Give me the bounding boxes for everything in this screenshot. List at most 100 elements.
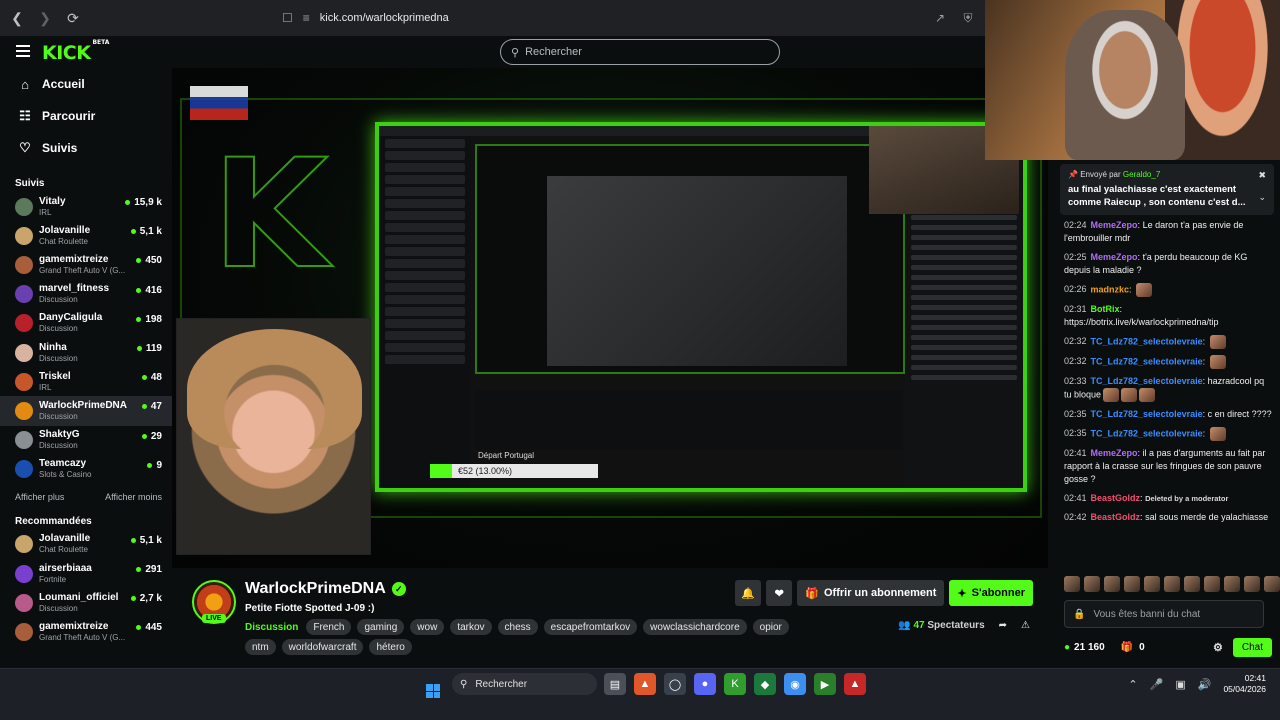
unpin-icon[interactable]: ✖ <box>1258 170 1266 181</box>
gear-icon[interactable]: ⚙ <box>1213 641 1223 654</box>
sidebar-channel-danycaligula[interactable]: DanyCaligula Discussion 198 <box>0 309 172 338</box>
emote[interactable] <box>1124 576 1140 592</box>
message-username[interactable]: BotRix <box>1091 304 1120 314</box>
gift-subscription-button[interactable]: 🎁 Offrir un abonnement <box>797 580 945 606</box>
sidebar-channel-airserbiaaa[interactable]: airserbiaaa Fortnite 291 <box>0 559 172 588</box>
search-input[interactable]: ⚲ Rechercher <box>500 39 780 65</box>
emote[interactable] <box>1164 576 1180 592</box>
sidebar-channel-jolavanille[interactable]: Jolavanille Chat Roulette 5,1 k <box>0 221 172 250</box>
channel-name-text[interactable]: WarlockPrimeDNA <box>245 580 386 598</box>
kick-app-icon[interactable]: K <box>724 673 746 695</box>
emote[interactable] <box>1264 576 1280 592</box>
back-icon[interactable]: ❮ <box>8 9 26 27</box>
points-display[interactable]: ● 21 160 <box>1064 642 1105 653</box>
emote[interactable] <box>1064 576 1080 592</box>
chat-input[interactable]: 🔒 Vous êtes banni du chat <box>1064 600 1264 628</box>
obs-icon[interactable]: ◯ <box>664 673 686 695</box>
message-username[interactable]: madnzkc <box>1091 284 1130 294</box>
emote[interactable] <box>1084 576 1100 592</box>
chat-message[interactable]: 02:26 madnzkc: <box>1064 283 1272 297</box>
shield-icon[interactable]: ⛨ <box>959 11 977 26</box>
emote[interactable] <box>1204 576 1220 592</box>
notification-button[interactable]: 🔔 <box>735 580 762 606</box>
bookmark-icon[interactable]: ☐ <box>282 11 293 25</box>
kick-logo[interactable]: KICK BETA <box>42 39 109 64</box>
message-username[interactable]: MemeZepo <box>1091 252 1138 262</box>
sidebar-channel-teamcazy[interactable]: Teamcazy Slots & Casino 9 <box>0 455 172 484</box>
chat-send-button[interactable]: Chat <box>1232 637 1272 657</box>
message-username[interactable]: MemeZepo <box>1091 448 1138 458</box>
sidebar-channel-gamemixtreize[interactable]: gamemixtreize Grand Theft Auto V (G... 445 <box>0 617 172 646</box>
reload-icon[interactable]: ⟳ <box>64 9 82 27</box>
file-explorer-icon[interactable]: ▤ <box>604 673 626 695</box>
windows-start-icon[interactable] <box>426 684 440 698</box>
sidebar-channel-vitaly[interactable]: Vitaly IRL 15,9 k <box>0 192 172 221</box>
sidebar-channel-jolavanille[interactable]: Jolavanille Chat Roulette 5,1 k <box>0 530 172 559</box>
chat-message[interactable]: 02:35 TC_Ldz782_selectolevraie: <box>1064 427 1272 441</box>
nav-parcourir[interactable]: ☷ Parcourir <box>0 100 172 132</box>
message-username[interactable]: MemeZepo <box>1091 220 1138 230</box>
follow-button[interactable]: ❤ <box>766 580 793 606</box>
share-icon[interactable]: ➦ <box>999 620 1007 631</box>
sidebar-channel-marvel_fitness[interactable]: marvel_fitness Discussion 416 <box>0 280 172 309</box>
flag-app-icon[interactable]: ◆ <box>754 673 776 695</box>
tag-tarkov[interactable]: tarkov <box>450 619 492 635</box>
sidebar-channel-shaktyg[interactable]: ShaktyG Discussion 29 <box>0 426 172 455</box>
sidebar-channel-ninha[interactable]: Ninha Discussion 119 <box>0 338 172 367</box>
emote[interactable] <box>1184 576 1200 592</box>
sidebar-channel-loumani_officiel[interactable]: Loumani_officiel Discussion 2,7 k <box>0 588 172 617</box>
sidebar-channel-triskel[interactable]: Triskel IRL 48 <box>0 367 172 396</box>
clock[interactable]: 02:41 05/04/2026 <box>1223 673 1266 695</box>
chat-message[interactable]: 02:24 MemeZepo: Le daron t'a pas envie de… <box>1064 219 1272 245</box>
taskbar-search[interactable]: ⚲ Rechercher <box>452 673 597 695</box>
sidebar-channel-gamemixtreize[interactable]: gamemixtreize Grand Theft Auto V (G... 450 <box>0 250 172 279</box>
site-info-icon[interactable]: ≡ <box>303 11 310 25</box>
volume-icon[interactable]: 🔊 <box>1198 678 1212 691</box>
video-player[interactable]: K K Départ Portugal €52 (13.00%) <box>172 68 1048 568</box>
emote[interactable] <box>1224 576 1240 592</box>
sidebar-channel-warlockprimedna[interactable]: WarlockPrimeDNA Discussion 47 <box>0 396 172 426</box>
menu-icon[interactable] <box>16 45 30 57</box>
message-username[interactable]: BeastGoldz <box>1091 493 1141 503</box>
tag-hétero[interactable]: hétero <box>369 639 412 655</box>
address-bar[interactable]: ☐ ≡ kick.com/warlockprimedna <box>282 5 921 31</box>
tag-escapefromtarkov[interactable]: escapefromtarkov <box>543 619 638 635</box>
display-icon[interactable]: ▣ <box>1175 678 1185 691</box>
chat-message[interactable]: 02:33 TC_Ldz782_selectolevraie: hazradcoo… <box>1064 375 1272 402</box>
share-icon[interactable]: ↗ <box>931 11 949 25</box>
url-text[interactable]: kick.com/warlockprimedna <box>320 12 449 24</box>
message-username[interactable]: TC_Ldz782_selectolevraie <box>1091 409 1203 419</box>
message-username[interactable]: TC_Ldz782_selectolevraie <box>1091 376 1203 386</box>
chat-message[interactable]: 02:35 TC_Ldz782_selectolevraie: c en dire… <box>1064 408 1272 421</box>
tag-chess[interactable]: chess <box>497 619 538 635</box>
channel-name[interactable]: WarlockPrimeDNA ✓ <box>245 580 406 598</box>
message-username[interactable]: TC_Ldz782_selectolevraie <box>1091 428 1203 438</box>
chat-message[interactable]: 02:25 MemeZepo: t'a perdu beaucoup de KG … <box>1064 251 1272 277</box>
tag-worldofwarcraft[interactable]: worldofwarcraft <box>281 639 364 655</box>
tag-opior[interactable]: opior <box>752 619 789 635</box>
media-player-icon[interactable]: ▶ <box>814 673 836 695</box>
tag-french[interactable]: French <box>306 619 352 635</box>
emote[interactable] <box>1144 576 1160 592</box>
chat-message[interactable]: 02:42 BeastGoldz: sal sous merde de yalac… <box>1064 511 1272 524</box>
discord-icon[interactable]: ● <box>694 673 716 695</box>
report-icon[interactable]: ⚠ <box>1021 620 1030 631</box>
nav-suivis[interactable]: ♡ Suivis <box>0 132 172 164</box>
show-less-link[interactable]: Afficher moins <box>105 492 162 502</box>
message-username[interactable]: TC_Ldz782_selectolevraie <box>1091 336 1203 346</box>
nav-accueil[interactable]: ⌂ Accueil <box>0 68 172 100</box>
tag-gaming[interactable]: gaming <box>357 619 405 635</box>
message-username[interactable]: TC_Ldz782_selectolevraie <box>1091 356 1203 366</box>
category-link[interactable]: Discussion <box>245 622 298 633</box>
show-more-link[interactable]: Afficher plus <box>15 492 64 502</box>
forward-icon[interactable]: ❯ <box>36 9 54 27</box>
chat-message[interactable]: 02:41 MemeZepo: il a pas d'arguments au f… <box>1064 447 1272 486</box>
pinned-message[interactable]: 📌 Envoyé par Geraldo_7 au final yalachia… <box>1060 164 1274 215</box>
message-username[interactable]: BeastGoldz <box>1091 512 1141 522</box>
brave-browser-icon[interactable]: ▲ <box>634 673 656 695</box>
microphone-icon[interactable]: 🎤 <box>1150 678 1164 691</box>
gift-counter[interactable]: 🎁 0 <box>1121 642 1145 653</box>
tag-wow[interactable]: wow <box>410 619 445 635</box>
chat-message[interactable]: 02:31 BotRix: https://botrix.live/k/warlo… <box>1064 303 1272 329</box>
chat-message[interactable]: 02:41 BeastGoldz: Deleted by a moderator <box>1064 492 1272 505</box>
